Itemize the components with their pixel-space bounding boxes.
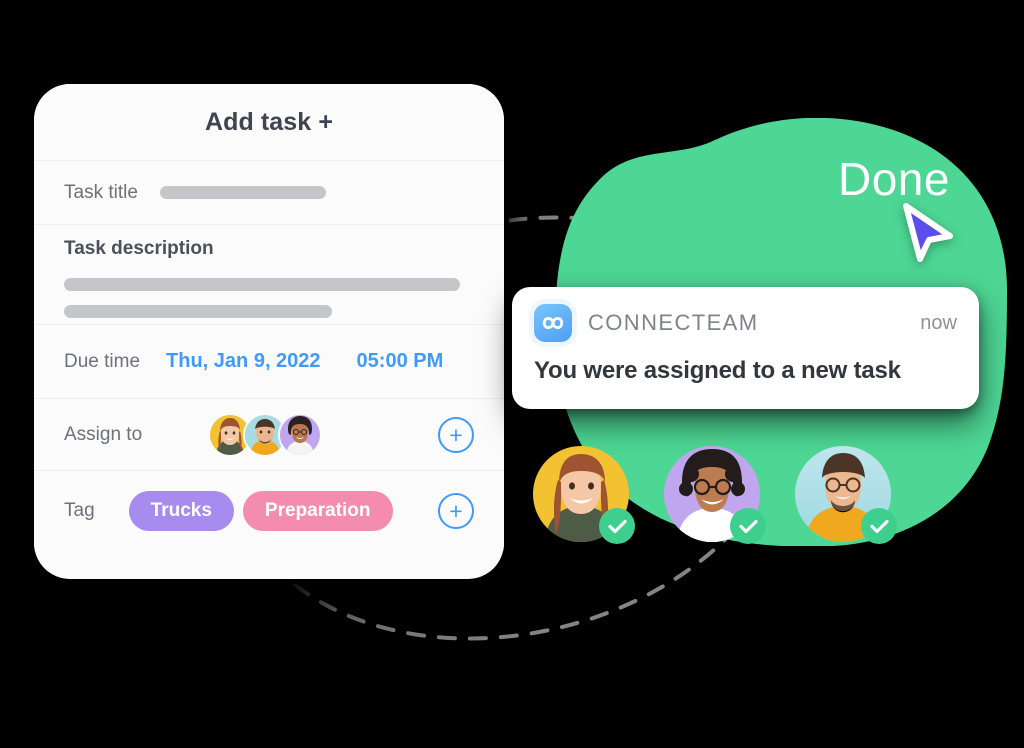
tag-label: Tag bbox=[64, 500, 95, 521]
task-description-placeholder-bar-2 bbox=[64, 304, 332, 318]
add-tag-button[interactable]: + bbox=[438, 493, 474, 529]
add-task-card: Add task + Task title Task description D… bbox=[34, 84, 504, 579]
tag-chip-trucks[interactable]: Trucks bbox=[128, 491, 234, 531]
row-due-time[interactable]: Due time Thu, Jan 9, 2022 05:00 PM bbox=[34, 325, 504, 399]
task-title-label: Task title bbox=[64, 181, 138, 203]
task-description-placeholder-bar-1 bbox=[64, 277, 460, 291]
due-date-value[interactable]: Thu, Jan 9, 2022 bbox=[166, 350, 321, 373]
done-label: Done bbox=[838, 153, 950, 205]
row-task-title[interactable]: Task title bbox=[34, 161, 504, 225]
add-assignee-button[interactable]: + bbox=[438, 416, 474, 453]
card-header: Add task + bbox=[34, 84, 504, 161]
row-tag: Tag Trucks Preparation + bbox=[34, 471, 504, 551]
confirmed-avatar-1 bbox=[533, 446, 635, 544]
due-clock-value[interactable]: 05:00 PM bbox=[357, 350, 444, 373]
notification-header: CONNECTEAM now bbox=[534, 304, 957, 342]
tag-chip-preparation[interactable]: Preparation bbox=[242, 491, 393, 531]
illustration-stage: Done Add task + Task title Task descript… bbox=[0, 0, 1024, 748]
confirmed-avatar-2 bbox=[664, 446, 766, 544]
tag-list: Trucks Preparation bbox=[128, 491, 393, 531]
notification-brand: CONNECTEAM bbox=[588, 310, 759, 335]
check-icon bbox=[599, 508, 635, 544]
pointer-arrow-cursor bbox=[903, 203, 953, 262]
assign-to-label: Assign to bbox=[64, 423, 143, 445]
confirmed-avatar-3 bbox=[795, 446, 897, 544]
row-assign-to: Assign to + bbox=[34, 399, 504, 471]
assignee-avatar-stack bbox=[208, 412, 323, 457]
avatar-assignee-3[interactable] bbox=[278, 412, 323, 457]
due-time-label: Due time bbox=[64, 350, 141, 372]
page-title: Add task + bbox=[204, 107, 334, 136]
task-title-placeholder-bar bbox=[159, 186, 326, 199]
notification-message: You were assigned to a new task bbox=[534, 357, 901, 384]
push-notification-card[interactable]: CONNECTEAM now You were assigned to a ne… bbox=[512, 287, 979, 409]
notification-timestamp: now bbox=[920, 311, 957, 334]
check-icon bbox=[861, 508, 897, 544]
check-icon bbox=[730, 508, 766, 544]
task-description-label: Task description bbox=[64, 237, 214, 259]
connecteam-infinity-logo bbox=[534, 304, 572, 342]
row-task-description[interactable]: Task description bbox=[34, 225, 504, 325]
